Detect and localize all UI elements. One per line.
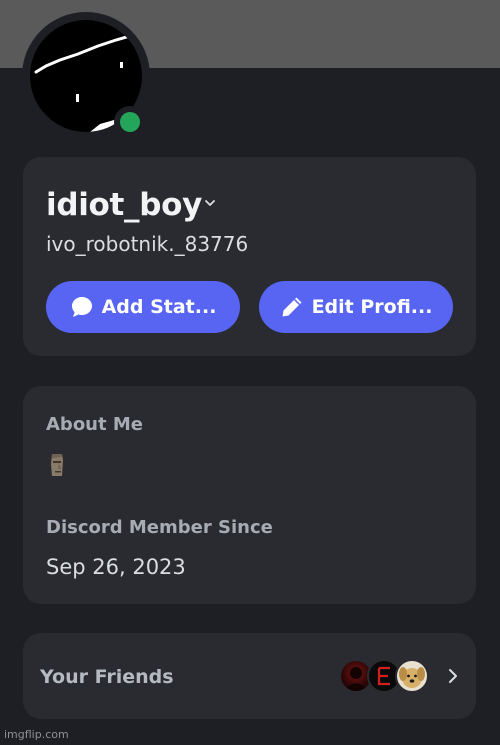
- member-since-heading: Discord Member Since: [46, 517, 273, 538]
- status-indicator: [114, 106, 146, 138]
- moai-emoji-icon: [51, 454, 63, 476]
- friend-avatars[interactable]: [339, 659, 435, 693]
- username: ivo_robotnik._83776: [46, 232, 249, 256]
- chevron-down-icon[interactable]: [204, 197, 216, 209]
- speech-bubble-icon: [71, 297, 92, 317]
- imgflip-watermark: imgflip.com: [4, 728, 69, 741]
- dog-face-icon: [399, 667, 425, 688]
- add-status-button[interactable]: Add Stat...: [46, 281, 240, 333]
- friends-row[interactable]: Your Friends: [23, 633, 476, 719]
- about-me-heading: About Me: [46, 414, 143, 435]
- chevron-right-icon[interactable]: [446, 668, 460, 684]
- dog-avatar: [395, 659, 429, 693]
- edit-profile-button[interactable]: Edit Profi...: [259, 281, 453, 333]
- pencil-icon: [282, 297, 302, 317]
- about-card: About Me Discord Member Since Sep 26, 20…: [23, 386, 476, 604]
- edit-profile-label: Edit Profi...: [311, 296, 433, 318]
- add-status-label: Add Stat...: [101, 296, 217, 318]
- display-name[interactable]: idiot_boy: [46, 187, 202, 223]
- online-status-icon: [120, 112, 140, 132]
- profile-card: idiot_boy ivo_robotnik._83776 Add Stat..…: [23, 157, 476, 356]
- member-since-date: Sep 26, 2023: [46, 555, 186, 579]
- friends-label: Your Friends: [40, 666, 174, 688]
